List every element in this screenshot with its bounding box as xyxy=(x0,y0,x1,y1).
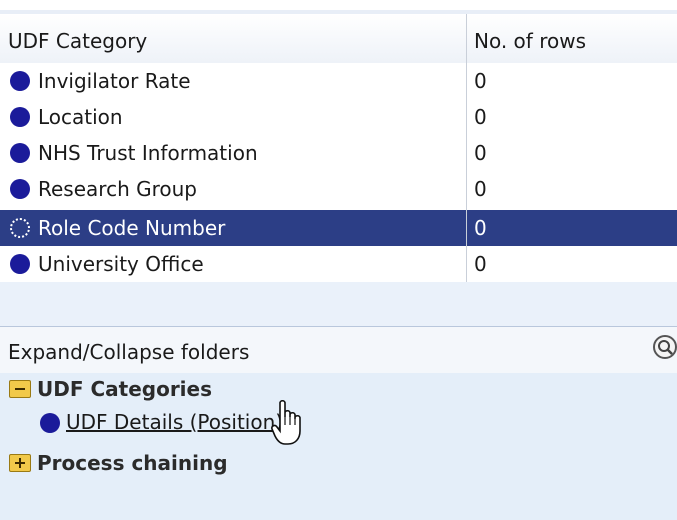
row-category: Research Group xyxy=(38,177,197,201)
column-header-no-of-rows[interactable]: No. of rows xyxy=(474,29,586,53)
row-category: Invigilator Rate xyxy=(38,69,191,93)
row-count: 0 xyxy=(474,141,487,165)
folders-header-label: Expand/Collapse folders xyxy=(8,340,250,364)
row-category: Location xyxy=(38,105,123,129)
table-row[interactable]: NHS Trust Information 0 xyxy=(0,135,677,171)
bullet-icon xyxy=(10,179,30,199)
row-category: University Office xyxy=(38,252,204,276)
tree-folder-process-chaining[interactable]: Process chaining xyxy=(37,451,228,475)
tree-link-udf-details[interactable]: UDF Details (Position) xyxy=(66,410,283,434)
bullet-icon xyxy=(10,143,30,163)
tree-folder-udf-categories[interactable]: UDF Categories xyxy=(37,377,212,401)
row-count: 0 xyxy=(474,216,487,240)
grid-empty-area xyxy=(0,282,677,326)
folder-minus-icon[interactable] xyxy=(9,380,31,398)
grid-header: UDF Category No. of rows xyxy=(0,14,677,64)
row-count: 0 xyxy=(474,252,487,276)
table-row[interactable]: University Office 0 xyxy=(0,246,677,282)
row-count: 0 xyxy=(474,177,487,201)
bullet-icon xyxy=(10,71,30,91)
column-divider[interactable] xyxy=(466,14,467,282)
bullet-icon xyxy=(10,107,30,127)
folder-plus-icon[interactable] xyxy=(9,454,31,472)
row-count: 0 xyxy=(474,69,487,93)
bullet-icon xyxy=(10,218,30,238)
table-row[interactable]: Invigilator Rate 0 xyxy=(0,63,677,99)
bullet-icon xyxy=(40,413,60,433)
row-count: 0 xyxy=(474,105,487,129)
bullet-icon xyxy=(10,254,30,274)
top-band xyxy=(0,0,677,10)
column-header-udf-category[interactable]: UDF Category xyxy=(8,29,147,53)
table-row-selected[interactable]: Role Code Number 0 xyxy=(0,210,677,246)
zoom-icon[interactable] xyxy=(651,333,677,361)
row-category: Role Code Number xyxy=(38,216,226,240)
hand-cursor-icon xyxy=(271,399,301,445)
table-row[interactable]: Location 0 xyxy=(0,99,677,135)
table-row[interactable]: Research Group 0 xyxy=(0,171,677,207)
folders-panel-header: Expand/Collapse folders xyxy=(0,326,677,374)
row-category: NHS Trust Information xyxy=(38,141,258,165)
